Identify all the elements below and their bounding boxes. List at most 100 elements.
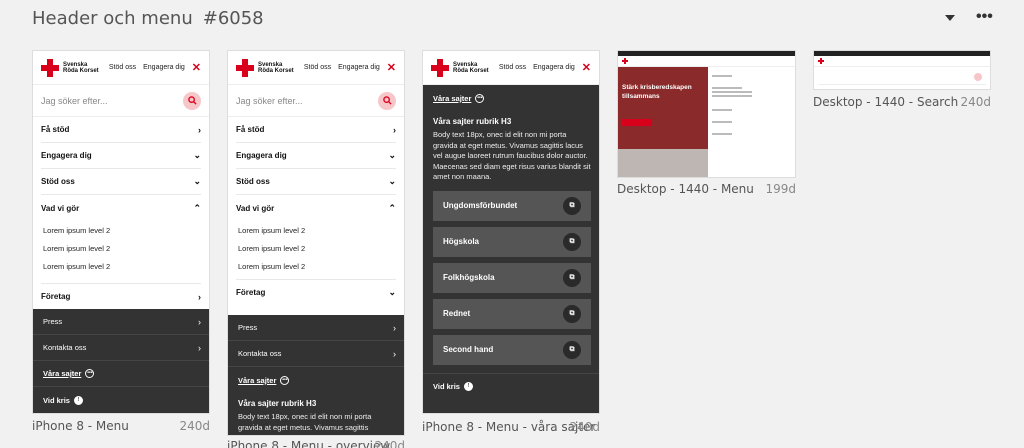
page-id: #6058 xyxy=(202,8,264,29)
frame-desktop-search[interactable] xyxy=(813,50,991,90)
menu-label: Kontakta oss xyxy=(43,343,87,352)
menu-item-stod-oss[interactable]: Stöd oss ⌄ xyxy=(41,169,201,195)
menu-item-press[interactable]: Press › xyxy=(228,315,404,341)
logo[interactable]: Svenska Röda Korset xyxy=(431,58,489,77)
link-stod-oss[interactable]: Stöd oss xyxy=(109,64,136,71)
search-button[interactable] xyxy=(183,91,201,110)
top-bar: Header och menu #6058 ••• xyxy=(0,0,1024,40)
frame-caption[interactable]: iPhone 8 - Menu - overview 240d xyxy=(227,439,405,448)
menu-label: Företag xyxy=(236,288,266,297)
logo[interactable]: Svenska Röda Korset xyxy=(236,58,294,77)
chevron-down-icon: ⌄ xyxy=(193,150,201,160)
menu-item-vara-sajter[interactable]: Våra sajter ••• xyxy=(423,85,599,111)
desktop-header xyxy=(618,56,795,67)
menu-item-press[interactable]: Press › xyxy=(33,309,209,335)
red-cross-icon xyxy=(818,58,824,64)
menu-item-fa-stod[interactable]: Få stöd › xyxy=(41,117,201,143)
frame-caption[interactable]: iPhone 8 - Menu - våra sajter 240d xyxy=(422,420,600,434)
frame-desktop-menu[interactable]: Stärk krisberedskapen tillsammans xyxy=(617,50,796,178)
menu-item-fa-stod[interactable]: Få stöd › xyxy=(236,117,396,143)
more-options-icon[interactable]: ••• xyxy=(976,9,996,26)
search-icon xyxy=(187,96,197,105)
sites-heading: Våra sajter rubrik H3 xyxy=(433,117,512,126)
frame-iphone-menu-overview[interactable]: Svenska Röda Korset Stöd oss Engagera dig… xyxy=(227,50,405,436)
frame-age: 240d xyxy=(374,439,405,448)
menu-label: Press xyxy=(43,317,63,326)
menu-label: Vid kris xyxy=(433,381,460,391)
close-icon[interactable]: ✕ xyxy=(192,61,201,74)
logo-line-2: Röda Korset xyxy=(453,67,489,74)
search-input[interactable]: Jag söker efter... xyxy=(236,96,303,106)
frame-iphone-menu[interactable]: Svenska Röda Korset Stöd oss Engagera dig… xyxy=(32,50,210,414)
frame-caption[interactable]: Desktop - 1440 - Search 240d xyxy=(813,95,991,109)
site-button-folkhogskola[interactable]: Folkhögskola ⧉ xyxy=(433,262,591,293)
menu-item-kontakta[interactable]: Kontakta oss › xyxy=(33,335,209,361)
menu-item-kontakta[interactable]: Kontakta oss › xyxy=(228,341,404,367)
submenu-item[interactable]: Lorem ipsum level 2 xyxy=(43,257,201,275)
frame-iphone-vara-sajter[interactable]: Svenska Röda Korset Stöd oss Engagera dig… xyxy=(422,50,600,414)
menu-item-foretag[interactable]: Företag ⌄ xyxy=(236,279,396,305)
frame-caption[interactable]: Desktop - 1440 - Menu 199d xyxy=(617,182,796,196)
menu-label: Engagera dig xyxy=(236,151,287,160)
chevron-down-icon: ⌄ xyxy=(388,176,396,186)
search-bar[interactable]: Jag söker efter... xyxy=(228,85,404,117)
search-bar[interactable]: Jag söker efter... xyxy=(33,85,209,117)
site-button-second-hand[interactable]: Second hand ⧉ xyxy=(433,334,591,365)
menu-item-foretag[interactable]: Företag › xyxy=(41,283,201,309)
caret-down-icon[interactable] xyxy=(942,10,958,26)
search-button[interactable] xyxy=(378,91,396,110)
frame-age: 199d xyxy=(765,182,796,196)
site-header: Svenska Röda Korset Stöd oss Engagera dig… xyxy=(228,51,404,85)
menu-item-vad-vi-gor[interactable]: Vad vi gör ⌃ xyxy=(236,195,396,221)
search-icon[interactable] xyxy=(974,73,982,81)
submenu-item[interactable]: Lorem ipsum level 2 xyxy=(238,239,396,257)
chevron-right-icon: › xyxy=(198,124,201,135)
menu-item-engagera[interactable]: Engagera dig ⌄ xyxy=(41,143,201,169)
site-header: Svenska Röda Korset Stöd oss Engagera dig… xyxy=(33,51,209,85)
menu-item-vad-vi-gor[interactable]: Vad vi gör ⌃ xyxy=(41,195,201,221)
link-engagera-dig[interactable]: Engagera dig xyxy=(143,64,185,71)
close-icon[interactable]: ✕ xyxy=(582,61,591,74)
red-cross-icon xyxy=(622,58,628,64)
sites-panel: Våra sajter ••• Våra sajter rubrik H3 Bod… xyxy=(423,85,599,413)
submenu-item[interactable]: Lorem ipsum level 2 xyxy=(43,221,201,239)
sites-body: Body text 18px, onec id elit non mi port… xyxy=(433,130,591,181)
link-stod-oss[interactable]: Stöd oss xyxy=(304,64,331,71)
submenu-item[interactable]: Lorem ipsum level 2 xyxy=(238,257,396,275)
site-button-rednet[interactable]: Rednet ⧉ xyxy=(433,298,591,329)
site-button-hogskola[interactable]: Högskola ⧉ xyxy=(433,226,591,257)
site-button-label: Second hand xyxy=(443,345,494,354)
menu-label: Företag xyxy=(41,292,71,301)
more-icon: ••• xyxy=(85,369,95,378)
site-button-ungdomsforbundet[interactable]: Ungdomsförbundet ⧉ xyxy=(433,190,591,221)
menu-item-vid-kris[interactable]: Vid kris! xyxy=(33,387,209,413)
menu-item-vid-kris[interactable]: Vid kris! xyxy=(423,372,599,399)
red-cross-icon xyxy=(41,58,59,77)
desktop-header xyxy=(814,56,990,67)
submenu-item[interactable]: Lorem ipsum level 2 xyxy=(43,239,201,257)
link-stod-oss[interactable]: Stöd oss xyxy=(499,64,526,71)
menu-label: Kontakta oss xyxy=(238,349,282,358)
external-link-icon: ⧉ xyxy=(563,304,581,323)
hero-button[interactable] xyxy=(622,119,652,126)
menu-label: Få stöd xyxy=(236,125,265,134)
close-icon[interactable]: ✕ xyxy=(387,61,396,74)
link-engagera-dig[interactable]: Engagera dig xyxy=(533,64,575,71)
desktop-search-bar[interactable] xyxy=(818,71,986,85)
search-icon xyxy=(382,96,392,105)
external-link-icon: ⧉ xyxy=(563,196,581,215)
menu-item-vara-sajter[interactable]: Våra sajter ••• xyxy=(228,367,404,393)
menu-label: Få stöd xyxy=(41,125,70,134)
external-link-icon: ⧉ xyxy=(563,268,581,287)
menu-item-vara-sajter[interactable]: Våra sajter ••• xyxy=(33,361,209,387)
link-engagera-dig[interactable]: Engagera dig xyxy=(338,64,380,71)
logo[interactable]: Svenska Röda Korset xyxy=(41,58,99,77)
frame-caption[interactable]: iPhone 8 - Menu 240d xyxy=(32,419,210,433)
site-button-label: Rednet xyxy=(443,309,471,318)
search-input[interactable]: Jag söker efter... xyxy=(41,96,108,106)
menu-item-stod-oss[interactable]: Stöd oss ⌄ xyxy=(236,169,396,195)
site-header: Svenska Röda Korset Stöd oss Engagera dig… xyxy=(423,51,599,85)
menu-item-engagera[interactable]: Engagera dig ⌄ xyxy=(236,143,396,169)
submenu-item[interactable]: Lorem ipsum level 2 xyxy=(238,221,396,239)
hero-bottom-band xyxy=(618,149,708,177)
